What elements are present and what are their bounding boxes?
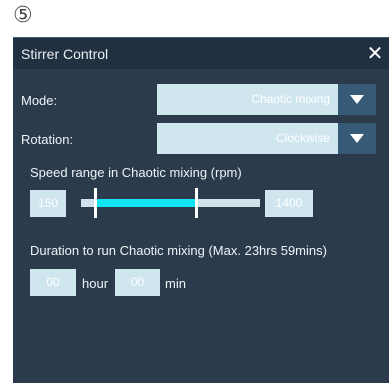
close-icon: ✕ <box>366 41 384 65</box>
duration-hours-input[interactable]: 00 <box>30 269 76 296</box>
duration-minutes-input[interactable]: 00 <box>115 269 160 296</box>
mode-select[interactable]: Chaotic mixing <box>157 84 376 115</box>
caret-down-icon <box>350 134 364 143</box>
mode-selected-value: Chaotic mixing <box>251 92 330 106</box>
rotation-dropdown-button[interactable] <box>338 123 376 154</box>
rotation-selected-value: Clockwise <box>275 131 330 145</box>
screenshot-root: ⑤ Stirrer Control ✕ Mode: Chaotic mixing… <box>0 0 389 383</box>
duration-label: Duration to run Chaotic mixing (Max. 23h… <box>30 243 327 258</box>
mode-dropdown-button[interactable] <box>338 84 376 115</box>
rotation-label: Rotation: <box>21 132 74 147</box>
mode-label: Mode: <box>21 93 58 108</box>
hours-unit-label: hour <box>82 276 109 291</box>
speed-min-slider-handle[interactable] <box>94 188 97 218</box>
speed-max-slider-handle[interactable] <box>195 188 198 218</box>
speed-min-input[interactable]: 150 <box>30 190 66 217</box>
rotation-select[interactable]: Clockwise <box>157 123 376 154</box>
caret-down-icon <box>350 95 364 104</box>
speed-range-label: Speed range in Chaotic mixing (rpm) <box>30 165 242 180</box>
speed-max-input[interactable]: 1400 <box>265 190 313 217</box>
stirrer-control-dialog: Stirrer Control ✕ Mode: Chaotic mixing R… <box>13 37 389 383</box>
step-number-marker: ⑤ <box>13 3 33 28</box>
dialog-title: Stirrer Control <box>21 46 109 62</box>
speed-range-slider-track[interactable] <box>81 199 260 207</box>
dialog-titlebar: Stirrer Control ✕ <box>13 37 389 69</box>
minutes-unit-label: min <box>165 276 186 291</box>
speed-range-slider-fill <box>95 199 196 207</box>
close-button[interactable]: ✕ <box>365 42 385 64</box>
